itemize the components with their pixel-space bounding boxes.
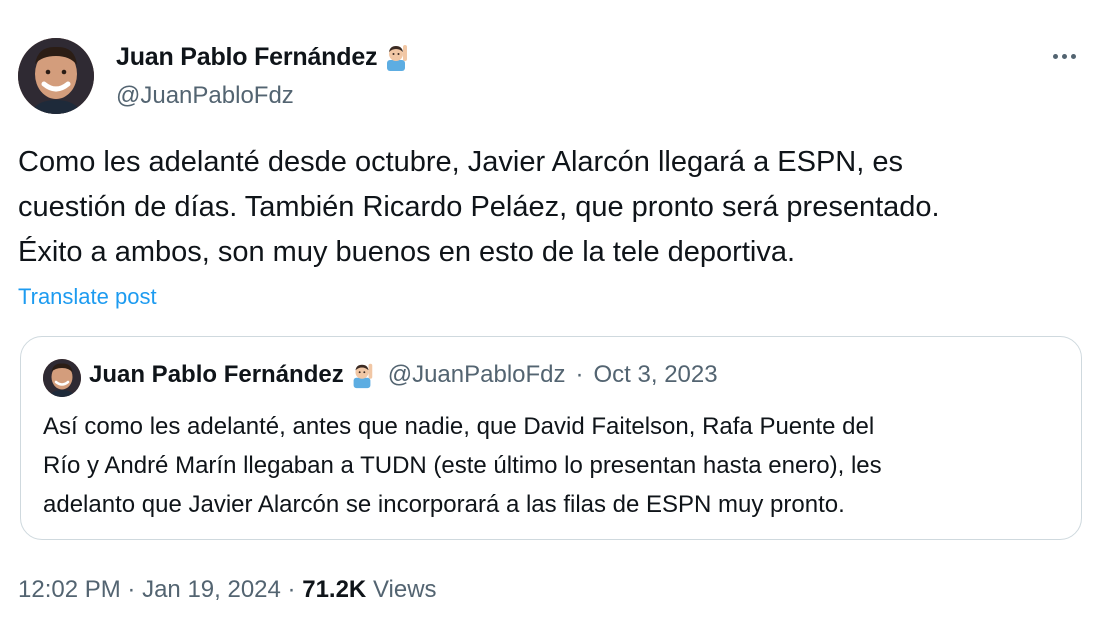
translate-post-link[interactable]: Translate post [18, 284, 157, 310]
author-handle[interactable]: @JuanPabloFdz [116, 82, 294, 110]
quoted-handle[interactable]: @JuanPabloFdz [388, 361, 566, 389]
tweet-text: Como les adelanté desde octubre, Javier … [18, 140, 1078, 275]
footer-separator: · [287, 576, 296, 603]
tweet-text-line: Éxito a ambos, son muy buenos en esto de… [18, 236, 796, 268]
person-raising-hand-icon [348, 361, 376, 389]
quoted-text-line: Río y André Marín llegaban a TUDN (este … [43, 452, 882, 479]
quoted-text: Así como les adelanté, antes que nadie, … [43, 407, 1053, 524]
tweet-text-line: Como les adelanté desde octubre, Javier … [18, 146, 903, 178]
quoted-date[interactable]: Oct 3, 2023 [594, 361, 718, 389]
tweet-text-line: cuestión de días. También Ricardo Peláez… [18, 191, 940, 223]
quoted-author-avatar[interactable] [43, 359, 81, 397]
person-raising-hand-icon [381, 42, 411, 72]
author-display-name[interactable]: Juan Pablo Fernández [116, 43, 378, 72]
quoted-header: Juan Pablo Fernández @JuanPabloFdz · Oct… [89, 361, 718, 389]
views-count[interactable]: 71.2K [302, 576, 366, 603]
post-date[interactable]: Jan 19, 2024 [142, 576, 281, 603]
post-time[interactable]: 12:02 PM [18, 576, 121, 603]
quoted-display-name[interactable]: Juan Pablo Fernández [89, 361, 344, 389]
author-avatar[interactable] [18, 38, 94, 114]
author-name-row[interactable]: Juan Pablo Fernández [116, 42, 411, 72]
quoted-separator: · [575, 361, 584, 388]
views-label: Views [372, 576, 437, 603]
quoted-text-line: Así como les adelanté, antes que nadie, … [43, 413, 875, 440]
more-options-icon[interactable] [1046, 44, 1082, 68]
quoted-text-line: adelanto que Javier Alarcón se incorpora… [43, 491, 845, 518]
quoted-tweet[interactable]: Juan Pablo Fernández @JuanPabloFdz · Oct… [20, 336, 1082, 540]
footer-separator: · [127, 576, 136, 603]
tweet-footer: 12:02 PM · Jan 19, 2024 · 71.2K Views [18, 576, 437, 604]
tweet-card: Juan Pablo Fernández @JuanPabloFdz Como … [0, 0, 1108, 620]
